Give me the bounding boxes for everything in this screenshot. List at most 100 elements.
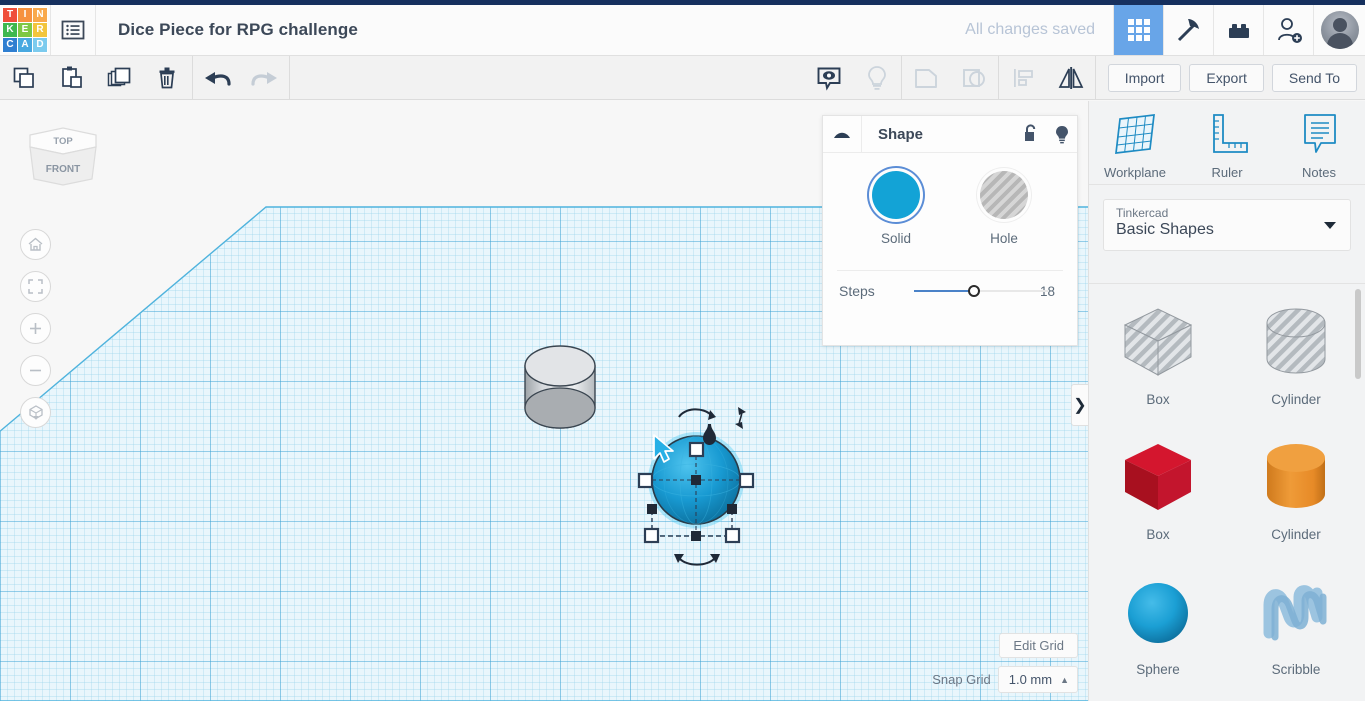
- fit-to-view-button[interactable]: [20, 271, 51, 302]
- sidebar-item-ruler[interactable]: Ruler: [1181, 109, 1273, 184]
- logo-tile-e: E: [18, 23, 32, 37]
- redo-button[interactable]: [241, 56, 289, 100]
- shape-panel-title: Shape: [878, 125, 924, 143]
- view-cube[interactable]: TOP FRONT: [22, 125, 104, 205]
- steps-slider[interactable]: [914, 283, 1049, 299]
- solid-swatch-button[interactable]: Solid: [872, 171, 920, 246]
- send-to-button[interactable]: Send To: [1271, 63, 1357, 92]
- zoom-in-button[interactable]: [20, 313, 51, 344]
- logo-tile-t: T: [3, 8, 17, 22]
- undo-button[interactable]: [193, 56, 241, 100]
- lego-tool-button[interactable]: [1213, 0, 1263, 55]
- cylinder-object[interactable]: [500, 326, 620, 446]
- sidebar-tools: Workplane Ruler Notes: [1089, 101, 1365, 185]
- edit-grid-button[interactable]: Edit Grid: [999, 633, 1078, 658]
- hole-swatch-icon: [980, 171, 1028, 219]
- toolbar-actions: Import Export Send To: [1096, 63, 1365, 92]
- scale-handle-top: [688, 441, 705, 458]
- page-title[interactable]: Dice Piece for RPG challenge: [96, 0, 358, 55]
- snap-grid-row: Snap Grid 1.0 mm ▲: [932, 666, 1078, 693]
- panel-collapse-tab[interactable]: ❯: [1071, 384, 1088, 426]
- sidebar-scrollbar[interactable]: [1355, 289, 1361, 379]
- align-button[interactable]: [999, 56, 1047, 100]
- light-button[interactable]: [853, 56, 901, 100]
- header-spacer: [358, 0, 965, 55]
- home-view-button[interactable]: [20, 229, 51, 260]
- shape-panel-collapse-button[interactable]: [823, 115, 862, 153]
- delete-icon: [159, 67, 175, 88]
- gallery-item-hole-box[interactable]: Box: [1089, 298, 1227, 407]
- gallery-item-sphere[interactable]: Sphere: [1089, 568, 1227, 677]
- sidebar-label-notes: Notes: [1302, 165, 1336, 180]
- collapse-triangle-icon: [834, 132, 850, 138]
- gallery-item-cylinder[interactable]: Cylinder: [1227, 433, 1365, 542]
- save-status: All changes saved: [965, 21, 1095, 38]
- cylinder-thumb: [1227, 433, 1365, 523]
- sphere-selection-gizmo[interactable]: [610, 391, 790, 581]
- shape-properties-panel: Shape Solid Hole Steps: [822, 115, 1078, 346]
- import-button[interactable]: Import: [1107, 63, 1182, 92]
- shape-panel-body: Solid Hole Steps 18: [823, 153, 1077, 299]
- copy-button[interactable]: [0, 56, 48, 100]
- comment-button[interactable]: [805, 56, 853, 100]
- shape-light-button[interactable]: [1046, 124, 1077, 145]
- logo-tile-n: N: [33, 8, 47, 22]
- sidebar-item-workplane[interactable]: Workplane: [1089, 109, 1181, 184]
- logo-tile-i: I: [18, 8, 32, 22]
- shape-lock-button[interactable]: [1015, 124, 1046, 144]
- mirror-button[interactable]: [1047, 56, 1095, 100]
- logo-tile-r: R: [33, 23, 47, 37]
- group-button[interactable]: [902, 56, 950, 100]
- blocks-grid-icon: [1127, 19, 1150, 41]
- hole-cylinder-icon: [1266, 308, 1326, 374]
- pickaxe-icon: [1177, 19, 1199, 42]
- hole-swatch-button[interactable]: Hole: [980, 171, 1028, 246]
- group-icon: [914, 68, 937, 88]
- scale-handle-bottom-left: [643, 527, 660, 544]
- lightbulb-icon: [867, 65, 886, 90]
- viewcube-front-label: FRONT: [46, 164, 80, 175]
- gallery-item-hole-cylinder[interactable]: Cylinder: [1227, 298, 1365, 407]
- sidebar-item-notes[interactable]: Notes: [1273, 109, 1365, 184]
- duplicate-icon: [107, 67, 131, 86]
- blocks-tool-button[interactable]: [1113, 0, 1163, 55]
- export-button[interactable]: Export: [1189, 63, 1264, 92]
- invite-people-button[interactable]: [1263, 0, 1313, 55]
- shape-library-dropdown[interactable]: Tinkercad Basic Shapes: [1103, 199, 1351, 251]
- logo-tile-d: D: [33, 38, 47, 52]
- hole-box-thumb: [1089, 298, 1227, 388]
- gallery-item-box[interactable]: Box: [1089, 433, 1227, 542]
- ungroup-button[interactable]: [950, 56, 998, 100]
- tinkercad-logo[interactable]: TIN KER CAD: [0, 0, 50, 56]
- right-sidebar: Workplane Ruler Notes Tinkercad Basic Sh…: [1088, 101, 1365, 701]
- notes-icon: [1304, 114, 1336, 153]
- project-menu-button[interactable]: [50, 0, 96, 55]
- rotate-handle-side: [735, 407, 746, 429]
- minecraft-tool-button[interactable]: [1163, 0, 1213, 55]
- snap-grid-select[interactable]: 1.0 mm ▲: [997, 666, 1078, 693]
- lightbulb-icon: [1055, 125, 1068, 143]
- orthographic-toggle-icon: [28, 404, 43, 420]
- orthographic-toggle-button[interactable]: [20, 397, 51, 428]
- shape-type-swatches: Solid Hole: [823, 171, 1077, 246]
- lego-brick-icon: [1228, 24, 1249, 38]
- viewcube-top-label: TOP: [53, 136, 73, 147]
- delete-button[interactable]: [144, 56, 192, 100]
- steps-slider-knob[interactable]: [968, 285, 981, 297]
- cylinder-icon: [1267, 444, 1325, 508]
- gallery-item-scribble[interactable]: Scribble: [1227, 568, 1365, 677]
- paste-button[interactable]: [48, 56, 96, 100]
- shape-gallery: Box Cylinder Box Cylinder Sphere Scribbl…: [1089, 283, 1365, 701]
- snap-grid-value: 1.0 mm: [1008, 672, 1053, 687]
- unlock-icon: [1025, 124, 1036, 141]
- handle-right-lower: [727, 504, 737, 514]
- header-accent-stripe: [0, 0, 1365, 5]
- zoom-out-button[interactable]: [20, 355, 51, 386]
- paste-icon: [62, 66, 82, 88]
- library-value: Basic Shapes: [1116, 221, 1214, 238]
- user-avatar-button[interactable]: [1313, 0, 1365, 55]
- duplicate-button[interactable]: [96, 56, 144, 100]
- hole-cylinder-thumb: [1227, 298, 1365, 388]
- copy-icon: [13, 67, 34, 88]
- solid-swatch-icon: [872, 171, 920, 219]
